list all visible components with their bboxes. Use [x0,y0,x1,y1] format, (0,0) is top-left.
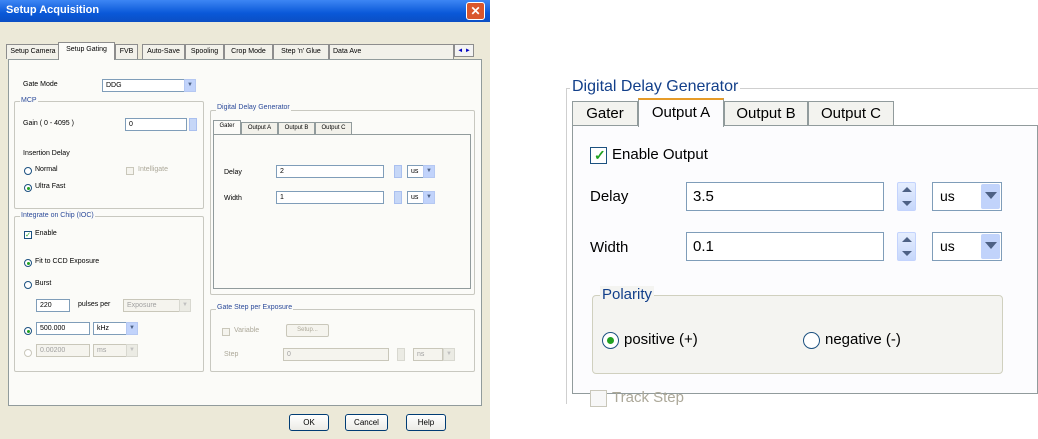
negative-radio[interactable] [803,332,820,349]
setup-acquisition-dialog: Setup Acquisition ✕ Setup Camera Setup G… [0,0,490,439]
variable-label: Variable [234,327,260,334]
checkmark-icon: ✓ [594,147,606,163]
step-unit-select[interactable]: ns [413,348,443,361]
polarity-caption: Polarity [600,286,655,303]
insertion-delay-label: Insertion Delay [23,150,70,157]
ddg-tab-strip: Gater Output A Output B Output C [572,98,912,127]
enable-output-label: Enable Output [612,146,708,163]
intelligate-label: Intelligate [138,166,168,173]
ioc-enable-label: Enable [35,230,57,237]
tab-setup-gating[interactable]: Setup Gating [58,42,115,60]
chevron-down-icon[interactable]: ▼ [126,344,138,357]
variable-checkbox[interactable] [222,328,230,336]
fit-to-ccd-label: Fit to CCD Exposure [35,258,100,265]
spin-updown-icon[interactable] [394,165,402,178]
tab-setup-camera[interactable]: Setup Camera [6,44,60,59]
period-radio[interactable] [24,349,32,357]
track-step-label: Track Step [612,389,684,406]
chevron-down-icon[interactable]: ▼ [443,348,455,361]
chevron-down-icon[interactable]: ▼ [184,79,196,92]
tab-fvb[interactable]: FVB [115,44,138,59]
pulses-per-label: pulses per [78,301,111,308]
chevron-down-icon[interactable]: ▼ [179,299,191,312]
ddg-caption-small: Digital Delay Generator [216,104,291,111]
dialog-title: Setup Acquisition [6,4,100,16]
ddg-tab-output-c-small[interactable]: Output C [315,122,352,134]
spin-updown-icon[interactable] [897,232,916,261]
gate-step-group [210,309,475,372]
dialog-tab-strip: Setup Camera Setup Gating FVB Auto-Save … [4,42,476,60]
gate-mode-select[interactable]: DDG [102,79,196,92]
spin-updown-icon[interactable] [189,118,197,131]
ddg-tab-output-c[interactable]: Output C [808,101,894,127]
ioc-enable-checkbox[interactable]: ✓ [24,231,32,239]
delay-label: Delay [590,188,629,205]
gate-step-caption: Gate Step per Exposure [216,304,294,311]
width-label: Width [590,239,629,256]
ioc-caption: Integrate on Chip (IOC) [20,212,95,219]
tab-data-average[interactable]: Data Ave [329,44,454,59]
ddg-tab-gater[interactable]: Gater [572,101,638,127]
tab-step-n-glue[interactable]: Step 'n' Glue [273,44,329,59]
chevron-down-icon[interactable]: ▼ [423,165,435,178]
width-unit-value: us [940,238,955,254]
delay-unit-select[interactable]: us [932,182,1002,211]
ddg-delay-label-small: Delay [224,169,242,176]
step-label: Step [224,351,239,358]
chevron-down-icon[interactable]: ▼ [423,191,435,204]
tab-scroll-arrows[interactable]: ◄ ► [454,44,474,57]
delay-unit-value: us [940,188,955,204]
normal-label: Normal [35,166,58,173]
width-input[interactable]: 0.1 [686,232,884,261]
ultra-fast-label: Ultra Fast [35,183,66,190]
ultra-fast-radio[interactable] [24,184,32,192]
spin-updown-icon[interactable] [394,191,402,204]
ddg-page-small [213,134,471,289]
track-step-checkbox[interactable] [590,390,607,407]
tab-auto-save[interactable]: Auto-Save [142,44,185,59]
step-input[interactable]: 0 [283,348,389,361]
enable-output-checkbox[interactable]: ✓ [590,147,607,164]
ddg-width-label-small: Width [224,195,242,202]
positive-radio[interactable] [602,332,619,349]
negative-label: negative (-) [825,331,901,348]
gain-label: Gain ( 0 - 4095 ) [23,120,74,127]
chevron-down-icon[interactable] [981,184,1000,209]
ddg-tab-output-b-small[interactable]: Output B [278,122,315,134]
ddg-tab-output-b[interactable]: Output B [724,101,808,127]
width-unit-select[interactable]: us [932,232,1002,261]
frequency-input[interactable]: 500.000 [36,322,90,335]
tab-spooling[interactable]: Spooling [185,44,224,59]
chevron-down-icon[interactable]: ▼ [126,322,138,335]
help-button[interactable]: Help [406,414,446,431]
spin-updown-icon[interactable] [397,348,405,361]
pulses-input[interactable]: 220 [36,299,70,312]
close-icon[interactable]: ✕ [466,2,485,20]
ddg-tab-gater-small[interactable]: Gater [213,120,241,134]
mcp-caption: MCP [20,97,38,104]
gain-input[interactable]: 0 [125,118,187,131]
burst-label: Burst [35,280,52,287]
delay-input[interactable]: 3.5 [686,182,884,211]
ddg-caption: Digital Delay Generator [570,78,741,96]
positive-label: positive (+) [624,331,698,348]
cancel-button[interactable]: Cancel [345,414,388,431]
chevron-down-icon[interactable] [981,234,1000,259]
ddg-delay-input-small[interactable]: 2 [276,165,384,178]
fit-to-ccd-radio[interactable] [24,259,32,267]
spin-updown-icon[interactable] [897,182,916,211]
ddg-tab-output-a-small[interactable]: Output A [241,122,278,134]
tab-crop-mode[interactable]: Crop Mode [224,44,273,59]
ddg-tab-output-a[interactable]: Output A [638,98,724,127]
period-input[interactable]: 0.00200 [36,344,90,357]
ok-button[interactable]: OK [289,414,329,431]
gate-mode-label: Gate Mode [23,81,58,88]
burst-radio[interactable] [24,281,32,289]
ddg-width-input-small[interactable]: 1 [276,191,384,204]
intelligate-checkbox[interactable] [126,167,134,175]
normal-radio[interactable] [24,167,32,175]
gate-step-setup-button[interactable]: Setup... [286,324,329,337]
frequency-radio[interactable] [24,327,32,335]
